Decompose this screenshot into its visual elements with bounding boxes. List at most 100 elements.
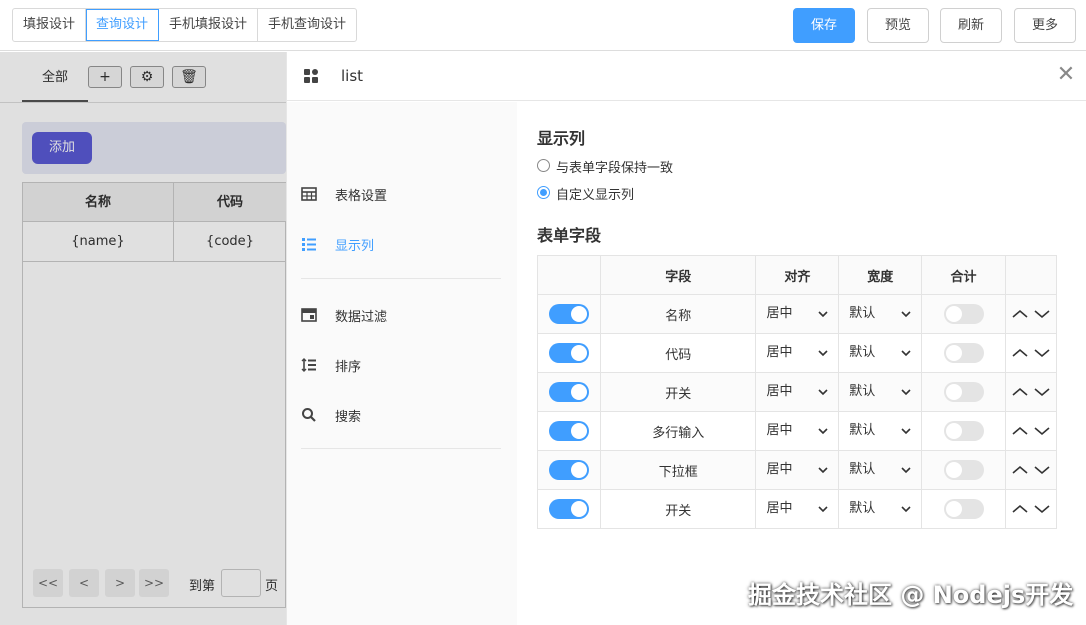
width-select[interactable]: 默认 xyxy=(839,295,921,333)
field-name-cell: 多行输入 xyxy=(599,411,757,451)
move-up-icon[interactable] xyxy=(1011,347,1029,359)
table-row: 开关 居中 默认 xyxy=(537,489,1058,529)
visible-cell xyxy=(537,411,601,451)
align-select[interactable]: 居中 xyxy=(756,412,838,450)
tab-query-design[interactable]: 查询设计 xyxy=(86,9,160,41)
preview-button[interactable]: 预览 xyxy=(867,8,929,43)
visible-toggle[interactable] xyxy=(548,421,589,441)
tab-mobile-query-design[interactable]: 手机查询设计 xyxy=(258,9,356,41)
nav-label: 排序 xyxy=(335,360,362,375)
order-cell xyxy=(1004,411,1058,451)
visible-toggle[interactable] xyxy=(548,460,589,480)
align-cell: 居中 xyxy=(755,333,840,373)
visible-cell xyxy=(537,489,601,529)
move-up-icon[interactable] xyxy=(1011,308,1029,320)
align-select[interactable]: 居中 xyxy=(756,490,838,528)
visible-toggle[interactable] xyxy=(548,499,589,519)
align-select[interactable]: 居中 xyxy=(756,373,838,411)
field-name-cell: 代码 xyxy=(599,333,757,373)
radio-circle xyxy=(537,186,550,199)
move-down-icon[interactable] xyxy=(1033,503,1051,515)
sum-cell xyxy=(921,411,1006,451)
move-down-icon[interactable] xyxy=(1033,308,1051,320)
move-down-icon[interactable] xyxy=(1033,425,1051,437)
align-select[interactable]: 居中 xyxy=(756,451,838,489)
move-down-icon[interactable] xyxy=(1033,464,1051,476)
chevron-down-icon xyxy=(818,311,828,318)
drawer-title: list xyxy=(341,67,364,85)
table-row: 代码 居中 默认 xyxy=(537,333,1058,373)
width-value: 默认 xyxy=(849,423,876,438)
modal-overlay[interactable] xyxy=(0,52,286,625)
column-header-align: 对齐 xyxy=(755,255,840,295)
sum-toggle[interactable] xyxy=(943,460,984,480)
width-select[interactable]: 默认 xyxy=(839,334,921,372)
align-value: 居中 xyxy=(766,501,793,516)
nav-item-sort[interactable]: 排序 xyxy=(301,353,501,377)
form-fields-heading: 表单字段 xyxy=(537,226,602,245)
visible-cell xyxy=(537,333,601,373)
radio-custom-columns[interactable]: 自定义显示列 xyxy=(537,184,737,203)
table-icon xyxy=(301,187,317,201)
sum-cell xyxy=(921,333,1006,373)
width-select[interactable]: 默认 xyxy=(839,412,921,450)
nav-label: 表格设置 xyxy=(335,189,388,204)
align-select[interactable]: 居中 xyxy=(756,295,838,333)
drawer-nav: 表格设置 显示列 数据过滤 排序 搜索 xyxy=(287,102,517,625)
order-cell xyxy=(1004,489,1058,529)
sum-toggle[interactable] xyxy=(943,343,984,363)
chevron-down-icon xyxy=(818,467,828,474)
visible-toggle[interactable] xyxy=(548,343,589,363)
chevron-down-icon xyxy=(901,350,911,357)
sum-toggle[interactable] xyxy=(943,382,984,402)
field-name-cell: 名称 xyxy=(599,294,757,334)
nav-item-display-columns[interactable]: 显示列 xyxy=(301,232,501,256)
order-cell xyxy=(1004,333,1058,373)
visible-cell xyxy=(537,372,601,412)
align-cell: 居中 xyxy=(755,294,840,334)
top-bar: 填报设计 查询设计 手机填报设计 手机查询设计 保存 预览 刷新 更多 xyxy=(0,0,1086,51)
width-value: 默认 xyxy=(849,345,876,360)
chevron-down-icon xyxy=(901,506,911,513)
nav-label: 搜索 xyxy=(335,410,362,425)
move-up-icon[interactable] xyxy=(1011,503,1029,515)
width-select[interactable]: 默认 xyxy=(839,490,921,528)
width-cell: 默认 xyxy=(838,294,923,334)
width-cell: 默认 xyxy=(838,411,923,451)
move-up-icon[interactable] xyxy=(1011,386,1029,398)
sum-toggle[interactable] xyxy=(943,421,984,441)
visible-toggle[interactable] xyxy=(548,304,589,324)
align-cell: 居中 xyxy=(755,489,840,529)
visible-toggle[interactable] xyxy=(548,382,589,402)
radio-sync-with-form[interactable]: 与表单字段保持一致 xyxy=(537,157,737,176)
move-down-icon[interactable] xyxy=(1033,386,1051,398)
save-button[interactable]: 保存 xyxy=(793,8,855,43)
radio-label: 自定义显示列 xyxy=(556,188,635,203)
width-select[interactable]: 默认 xyxy=(839,451,921,489)
sort-icon xyxy=(301,358,316,372)
nav-item-table-settings[interactable]: 表格设置 xyxy=(301,182,501,206)
close-icon[interactable]: ✕ xyxy=(1055,64,1077,86)
align-select[interactable]: 居中 xyxy=(756,334,838,372)
chevron-down-icon xyxy=(818,389,828,396)
align-value: 居中 xyxy=(766,423,793,438)
order-cell xyxy=(1004,450,1058,490)
move-down-icon[interactable] xyxy=(1033,347,1051,359)
drawer-header: list ✕ xyxy=(287,52,1086,101)
chevron-down-icon xyxy=(901,389,911,396)
width-cell: 默认 xyxy=(838,489,923,529)
tab-mobile-form-design[interactable]: 手机填报设计 xyxy=(159,9,259,41)
align-cell: 居中 xyxy=(755,450,840,490)
column-header-order xyxy=(1004,255,1058,295)
sum-toggle[interactable] xyxy=(943,304,984,324)
sum-toggle[interactable] xyxy=(943,499,984,519)
move-up-icon[interactable] xyxy=(1011,425,1029,437)
nav-item-data-filter[interactable]: 数据过滤 xyxy=(301,303,501,327)
more-button[interactable]: 更多 xyxy=(1014,8,1076,43)
refresh-button[interactable]: 刷新 xyxy=(940,8,1002,43)
nav-item-search[interactable]: 搜索 xyxy=(301,403,501,427)
tab-form-design[interactable]: 填报设计 xyxy=(13,9,87,41)
visible-cell xyxy=(537,450,601,490)
move-up-icon[interactable] xyxy=(1011,464,1029,476)
width-select[interactable]: 默认 xyxy=(839,373,921,411)
